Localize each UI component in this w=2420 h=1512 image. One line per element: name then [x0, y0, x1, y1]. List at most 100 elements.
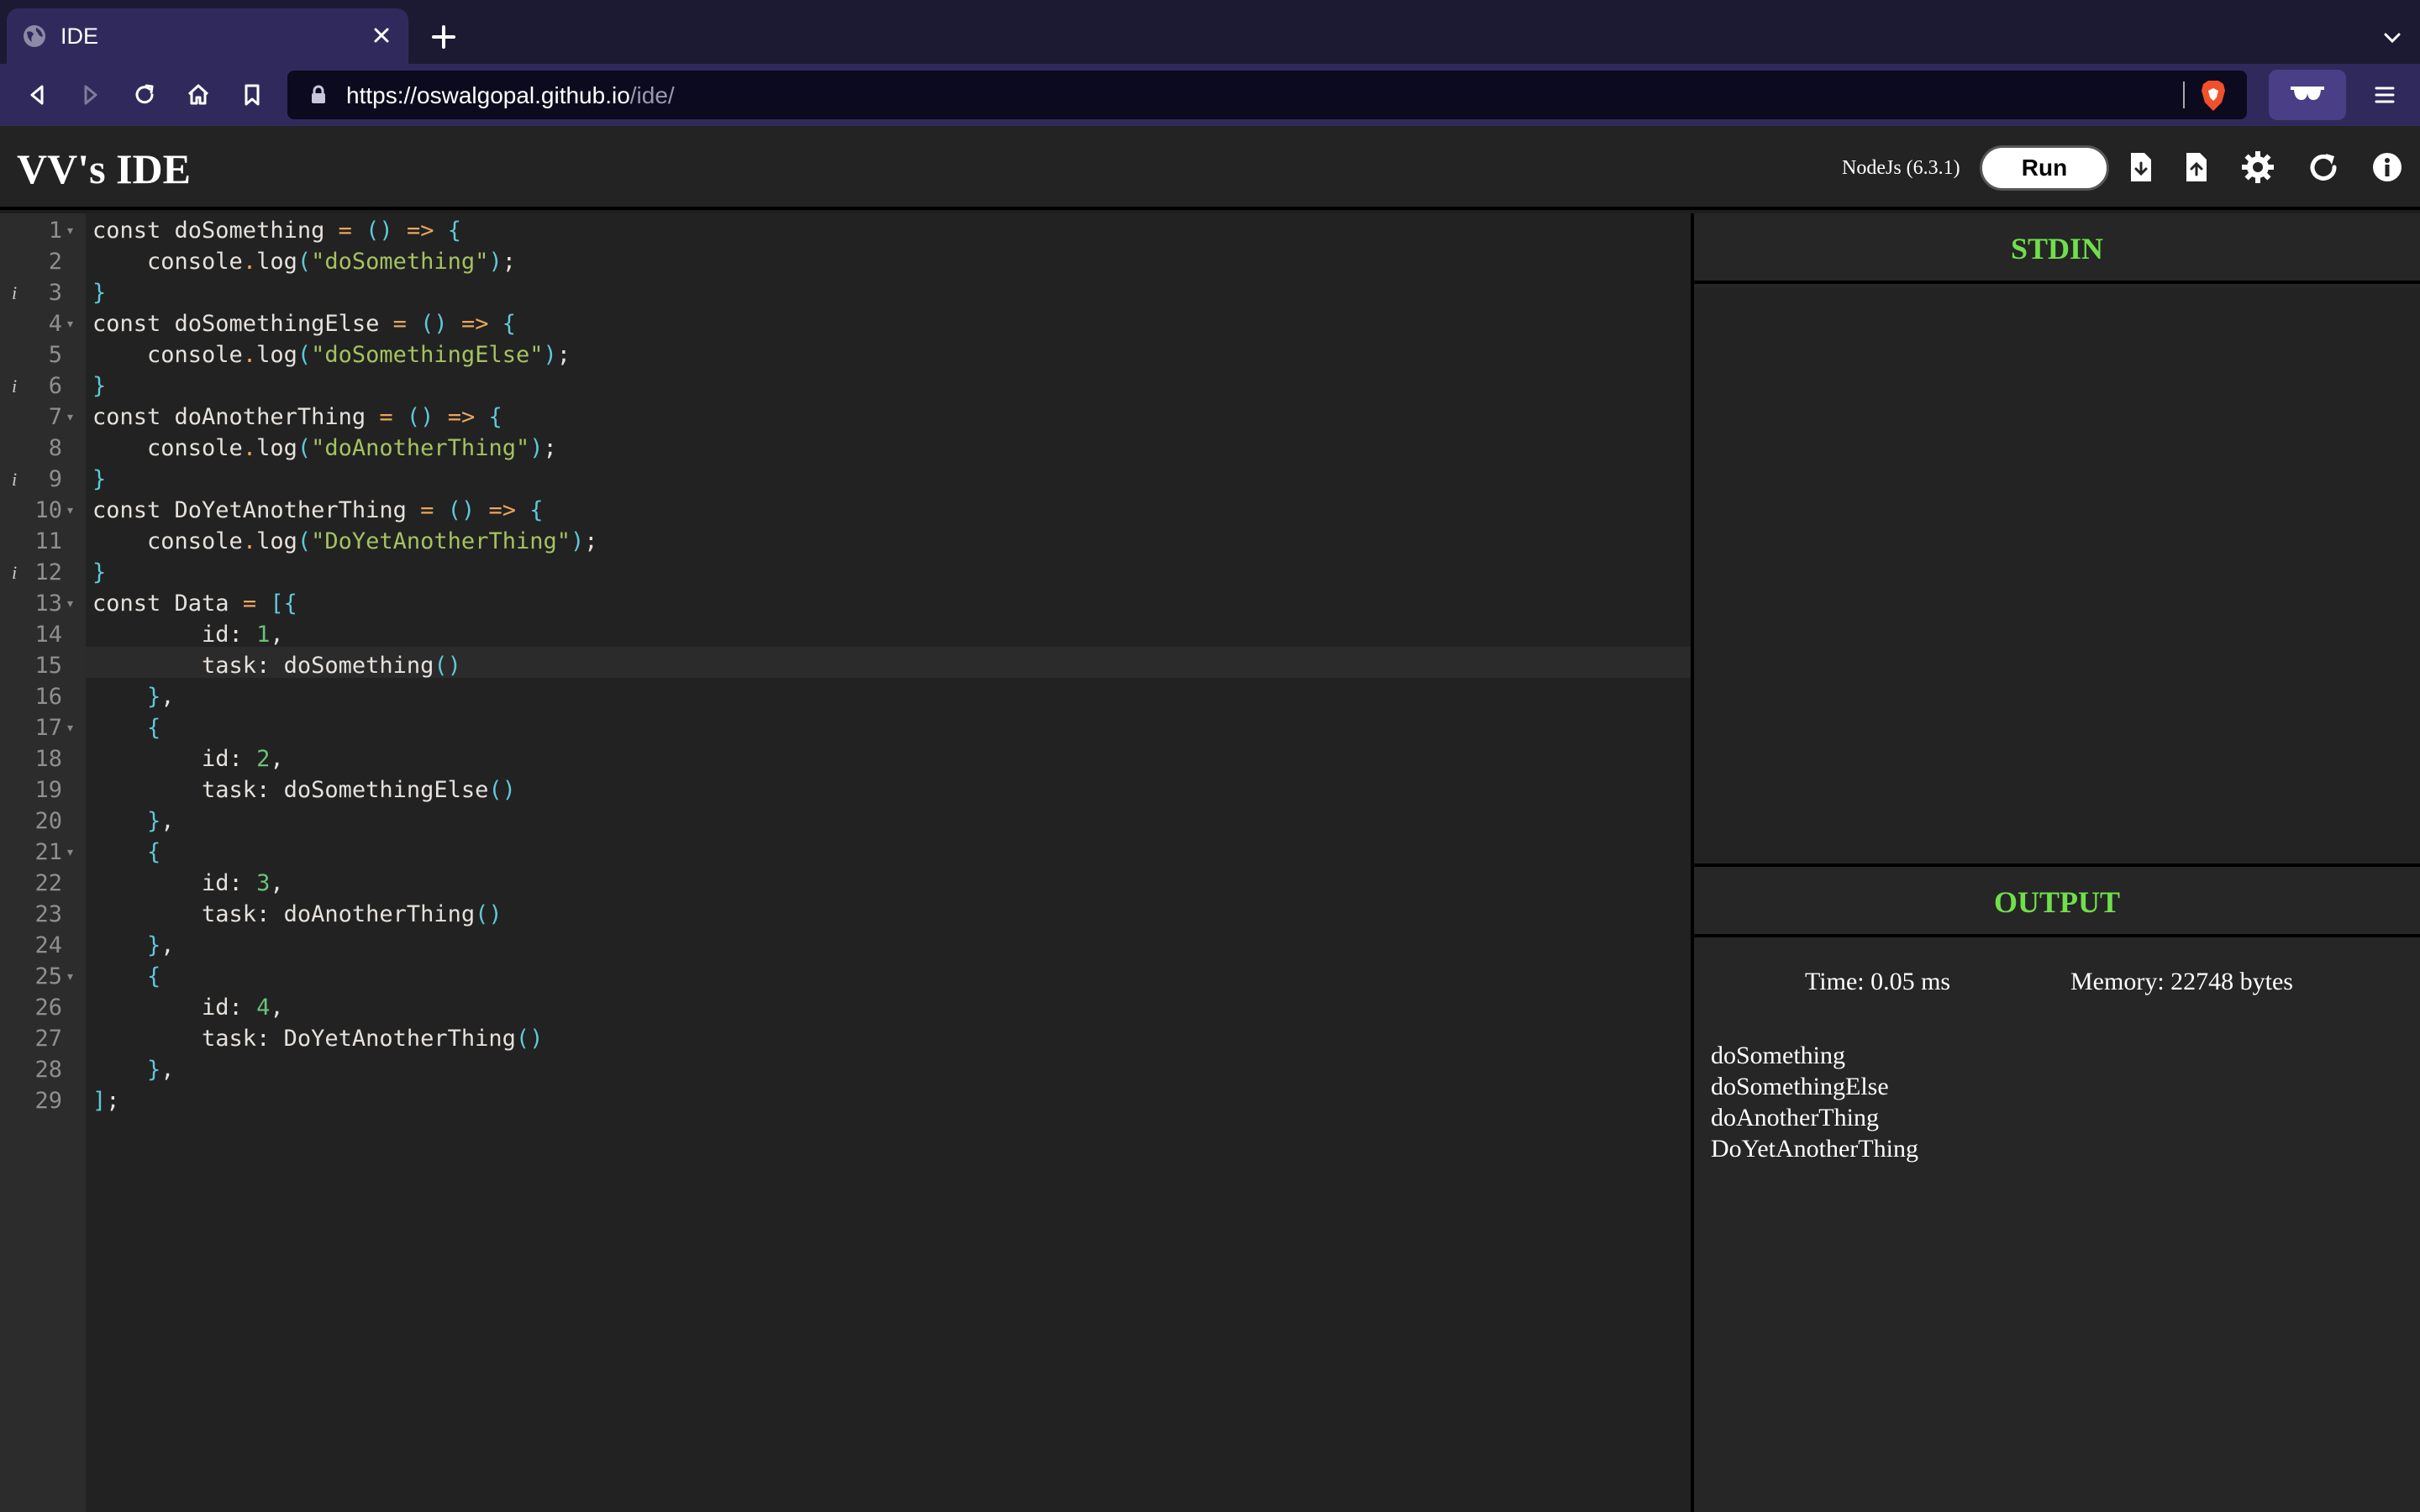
code-line[interactable]: },	[92, 681, 175, 712]
tab-title: IDE	[60, 24, 99, 49]
close-tab-icon[interactable]	[366, 20, 397, 50]
code-line[interactable]: const doSomething = () => {	[92, 215, 461, 246]
new-tab-icon[interactable]	[429, 22, 459, 52]
code-line[interactable]: },	[92, 930, 175, 961]
info-annotation-icon[interactable]: i	[12, 370, 17, 402]
output-line: doAnotherThing	[1711, 1104, 1879, 1131]
code-line[interactable]: console.log("doAnotherThing");	[92, 433, 557, 464]
code-line[interactable]: id: 4,	[92, 992, 284, 1023]
code-line[interactable]: id: 3,	[92, 868, 284, 899]
run-button[interactable]: Run	[1980, 145, 2109, 191]
stdin-textarea[interactable]	[1694, 287, 2420, 864]
code-line[interactable]: const doAnotherThing = () => {	[92, 402, 502, 433]
line-number: 15	[34, 653, 62, 679]
code-line[interactable]: task: DoYetAnotherThing()	[92, 1023, 543, 1054]
line-number: 12	[34, 559, 62, 585]
code-line[interactable]: task: doSomething()	[92, 650, 461, 681]
url-host: https://oswalgopal.github.io	[346, 82, 630, 108]
settings-gear-icon[interactable]	[2240, 150, 2275, 185]
line-number: 10	[34, 497, 62, 523]
browser-tab-strip: IDE	[0, 0, 2420, 64]
info-annotation-icon[interactable]: i	[12, 557, 17, 588]
code-line[interactable]: }	[92, 370, 106, 402]
code-line[interactable]: const DoYetAnotherThing = () => {	[92, 495, 544, 526]
line-number: 23	[34, 901, 62, 927]
language-label[interactable]: NodeJs (6.3.1)	[1842, 157, 1960, 180]
code-line[interactable]: ];	[92, 1085, 120, 1116]
execution-time: Time: 0.05 ms	[1805, 968, 1951, 995]
memory-usage: Memory: 22748 bytes	[2070, 968, 2293, 995]
download-icon[interactable]	[2123, 150, 2158, 185]
upload-icon[interactable]	[2178, 150, 2213, 185]
browser-tab[interactable]: IDE	[7, 8, 408, 64]
info-annotation-icon[interactable]: i	[12, 464, 17, 495]
fold-toggle-icon[interactable]: ▾	[67, 837, 73, 868]
output-line: doSomethingElse	[1711, 1073, 1889, 1100]
refresh-icon[interactable]	[2306, 150, 2341, 185]
line-number: 26	[34, 995, 62, 1021]
line-number: 13	[34, 591, 62, 617]
code-line[interactable]: const doSomethingElse = () => {	[92, 308, 516, 339]
code-line[interactable]: console.log("doSomething");	[92, 246, 516, 277]
output-line: DoYetAnotherThing	[1711, 1135, 1918, 1163]
code-line[interactable]: id: 1,	[92, 619, 284, 650]
line-number-gutter: 1 ▾ 2 3 i 4 ▾ 5 6 i 7 ▾ 8 9 i 10 ▾ 11 12 i 13 ▾ 14 15 16 17 ▾ 18 19 2…	[0, 213, 86, 1512]
fold-toggle-icon[interactable]: ▾	[67, 712, 73, 743]
browser-toolbar: https://oswalgopal.github.io/ide/	[0, 64, 2420, 126]
home-icon[interactable]	[182, 78, 215, 112]
line-number: 1	[48, 218, 62, 244]
code-line[interactable]: task: doSomethingElse()	[92, 774, 516, 806]
line-number: 11	[34, 528, 62, 554]
address-bar[interactable]: https://oswalgopal.github.io/ide/	[287, 71, 2247, 119]
fold-toggle-icon[interactable]: ▾	[67, 215, 73, 246]
lock-icon	[312, 85, 325, 103]
code-line[interactable]: console.log("DoYetAnotherThing");	[92, 526, 598, 557]
line-number: 28	[34, 1057, 62, 1083]
line-number: 19	[34, 777, 62, 803]
line-number: 9	[48, 466, 62, 492]
url-path: /ide/	[629, 82, 675, 108]
code-line[interactable]: },	[92, 1054, 175, 1085]
code-line[interactable]: {	[92, 961, 160, 992]
line-number: 17	[34, 715, 62, 741]
stdin-heading: STDIN	[1694, 213, 2420, 284]
reload-icon[interactable]	[128, 78, 161, 112]
fold-toggle-icon[interactable]: ▾	[67, 308, 73, 339]
code-line[interactable]: }	[92, 557, 106, 588]
bookmark-icon[interactable]	[235, 78, 269, 112]
chevron-down-icon[interactable]	[2380, 25, 2405, 50]
code-line[interactable]: }	[92, 464, 106, 495]
fold-toggle-icon[interactable]: ▾	[67, 402, 73, 433]
code-line[interactable]: {	[92, 712, 160, 743]
line-number: 20	[34, 808, 62, 834]
line-number: 7	[48, 404, 62, 430]
code-line[interactable]: const Data = [{	[92, 588, 297, 619]
line-number: 2	[48, 249, 62, 275]
url-text: https://oswalgopal.github.io/ide/	[346, 82, 675, 109]
brave-shield-icon[interactable]	[2198, 79, 2228, 113]
line-number: 6	[48, 373, 62, 399]
code-line[interactable]: id: 2,	[92, 743, 284, 774]
code-line[interactable]: task: doAnotherThing()	[92, 899, 502, 930]
extension-button[interactable]	[2269, 70, 2346, 120]
info-annotation-icon[interactable]: i	[12, 277, 17, 308]
back-icon[interactable]	[20, 78, 54, 112]
fold-toggle-icon[interactable]: ▾	[67, 961, 73, 992]
hamburger-menu-icon[interactable]	[2368, 78, 2402, 112]
code-line[interactable]: {	[92, 837, 160, 868]
app-title: VV's IDE	[17, 145, 191, 192]
line-number: 29	[34, 1088, 62, 1114]
line-number: 14	[34, 622, 62, 648]
code-line[interactable]: }	[92, 277, 106, 308]
line-number: 24	[34, 932, 62, 958]
info-icon[interactable]	[2370, 150, 2405, 185]
code-editor[interactable]: 1 ▾ 2 3 i 4 ▾ 5 6 i 7 ▾ 8 9 i 10 ▾ 11 12 i 13 ▾ 14 15 16 17 ▾ 18 19 2…	[0, 213, 1691, 1512]
io-panel: STDIN OUTPUT Time: 0.05 ms Memory: 22748…	[1694, 213, 2420, 1512]
globe-icon	[24, 25, 45, 47]
code-line[interactable]: },	[92, 806, 175, 837]
code-line[interactable]: console.log("doSomethingElse");	[92, 339, 571, 370]
fold-toggle-icon[interactable]: ▾	[67, 495, 73, 526]
forward-icon[interactable]	[74, 78, 108, 112]
fold-toggle-icon[interactable]: ▾	[67, 588, 73, 619]
app-header: VV's IDE NodeJs (6.3.1) Run	[0, 126, 2420, 210]
